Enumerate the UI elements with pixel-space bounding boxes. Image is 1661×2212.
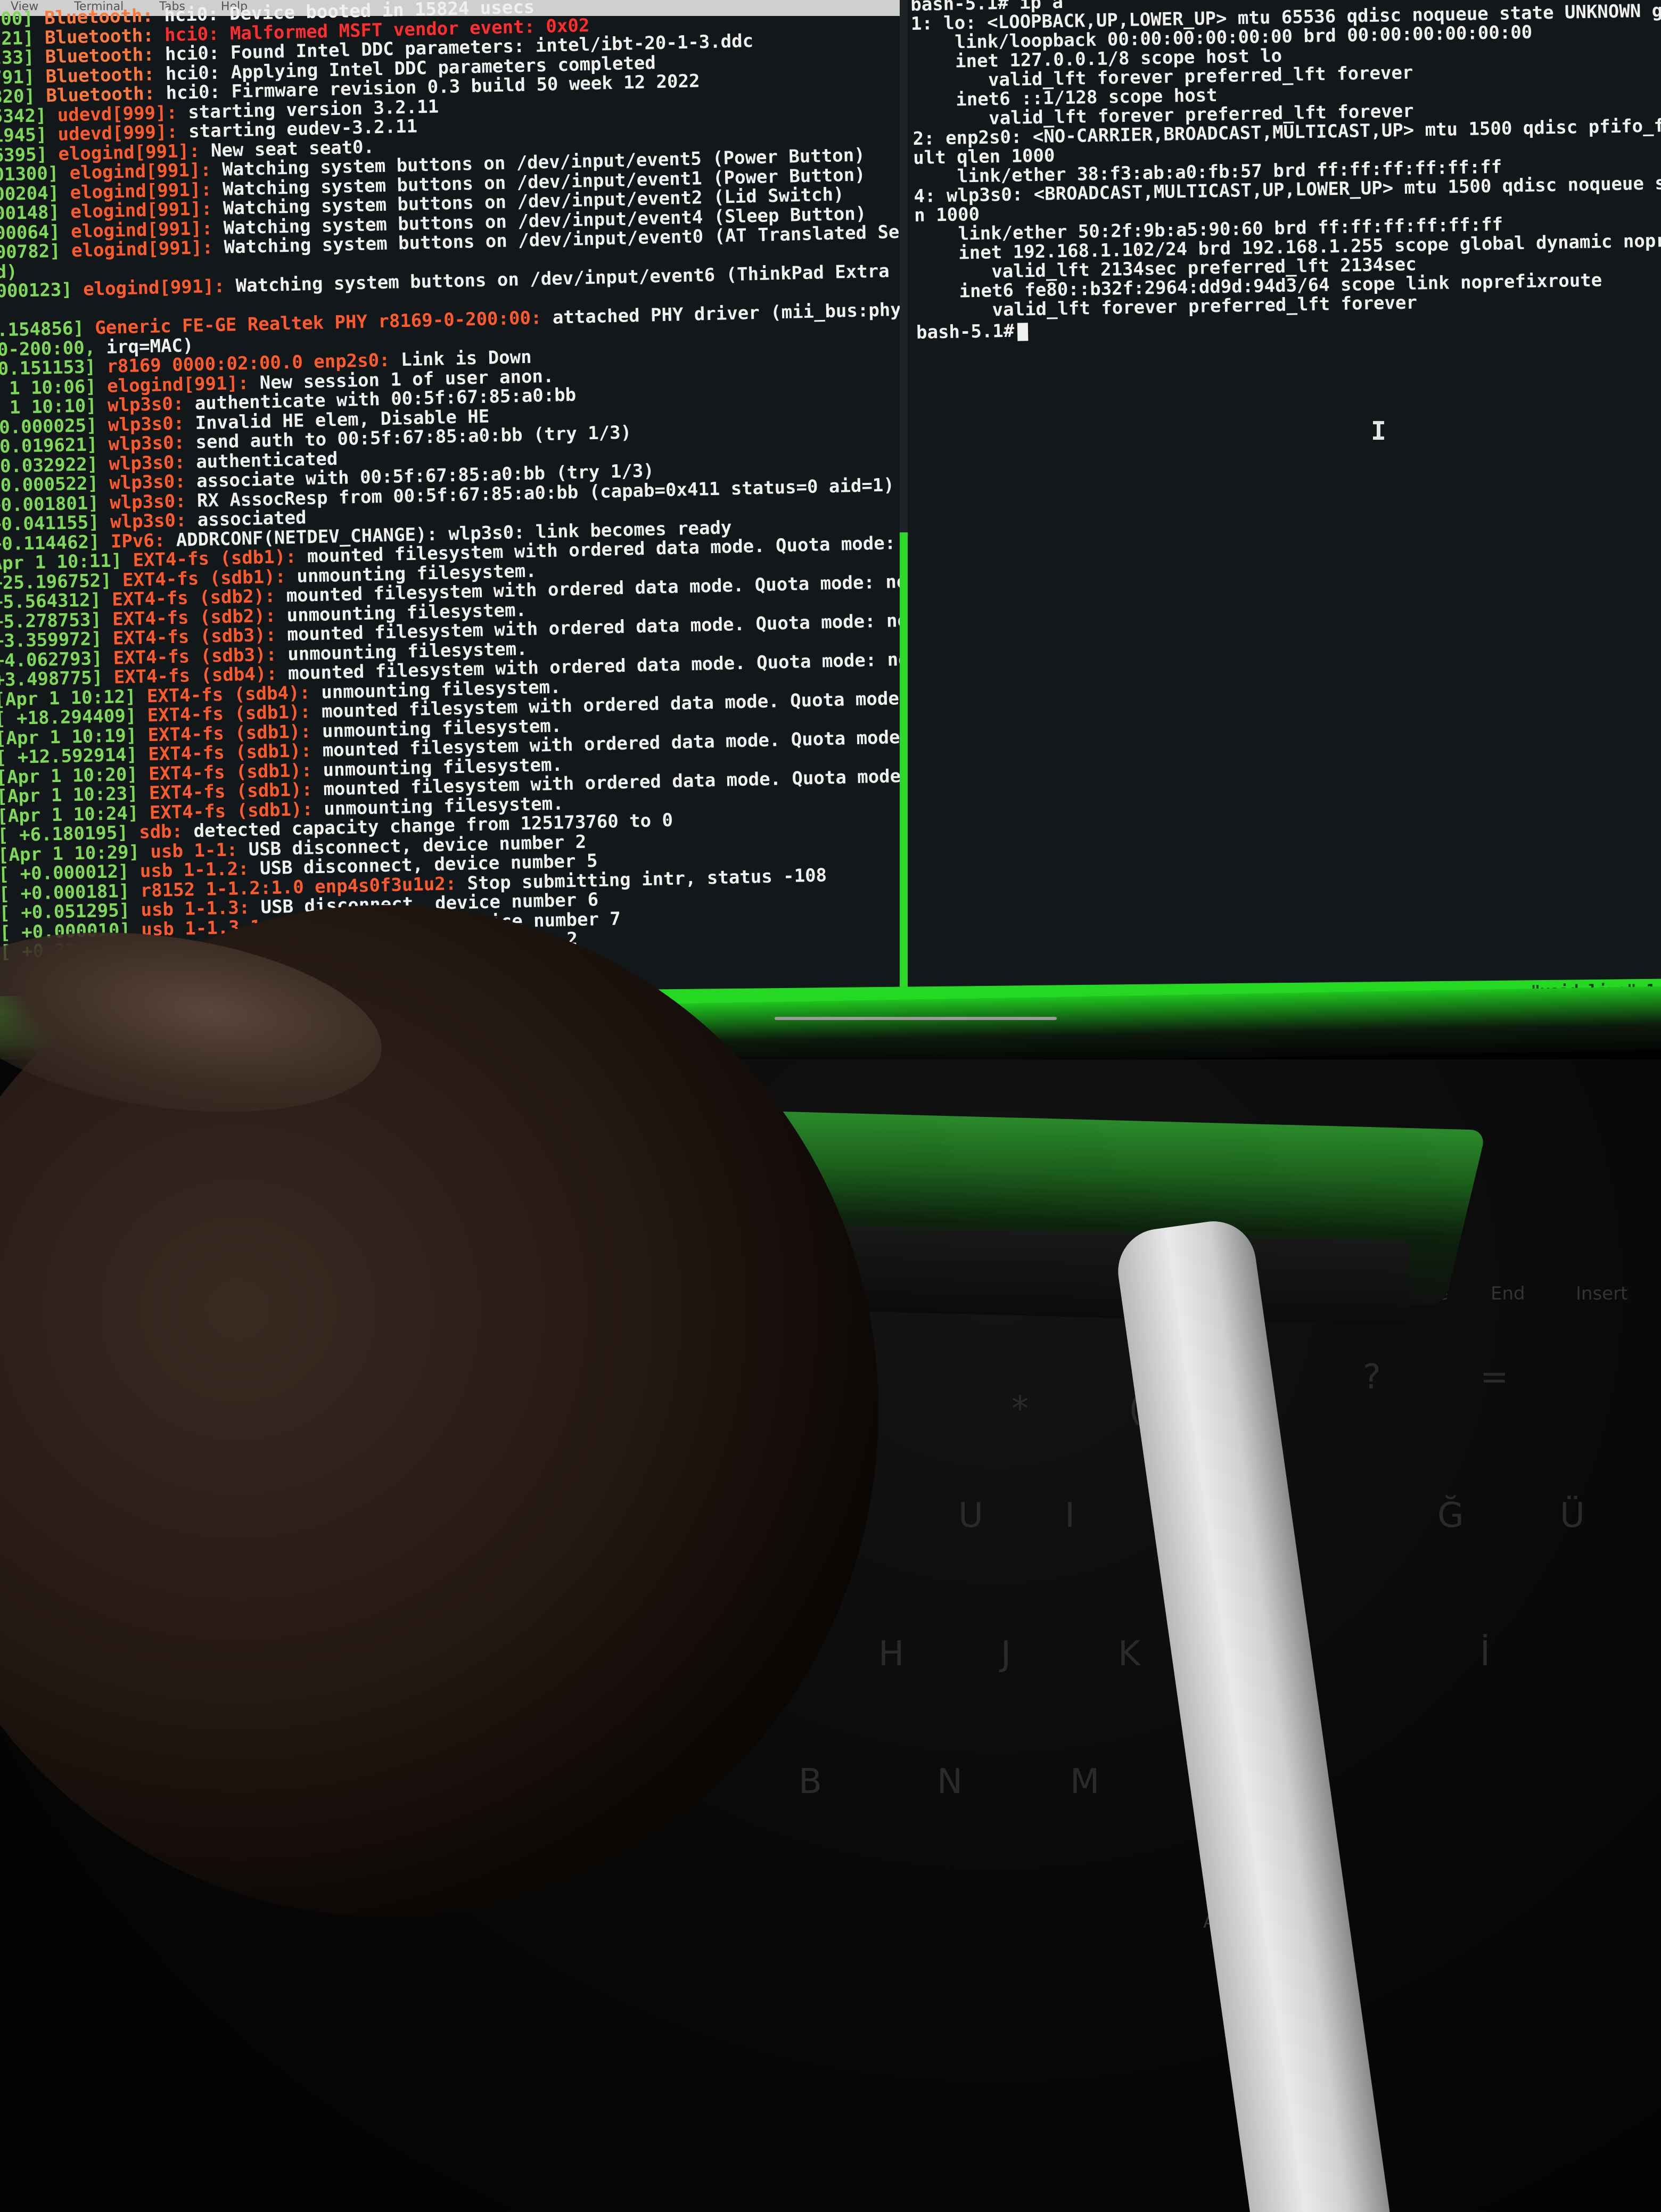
keyboard-key[interactable]: U bbox=[958, 1496, 983, 1535]
text-cursor-icon: I bbox=[1371, 416, 1386, 446]
keyboard-key[interactable]: İ bbox=[1480, 1634, 1490, 1674]
keyboard-key[interactable]: End bbox=[1491, 1283, 1525, 1304]
keyboard-key[interactable]: H bbox=[878, 1634, 904, 1674]
keyboard-key[interactable]: ? bbox=[1363, 1358, 1381, 1397]
shell-prompt[interactable]: bash-5.1# bbox=[916, 320, 1029, 343]
dmesg-message: Watching system buttons on /dev/input/ev… bbox=[235, 259, 900, 297]
dmesg-source: elogind[991]: bbox=[83, 275, 236, 300]
dmesg-timestamp: .000123] bbox=[0, 279, 73, 302]
dmesg-message: attached PHY driver (mii_bus:phy_addr=r bbox=[552, 297, 900, 328]
hinge-line bbox=[775, 1017, 1057, 1020]
keyboard-key[interactable]: J bbox=[1001, 1634, 1011, 1674]
dmesg-line: 1.154856] Generic FE-GE Realtek PHY r816… bbox=[0, 298, 900, 341]
shell-prompt-text: bash-5.1# bbox=[916, 320, 1015, 343]
keyboard-key[interactable]: I bbox=[1065, 1496, 1075, 1535]
dmesg-timestamp: 000782] bbox=[0, 240, 61, 264]
dmesg-source: Generic FE-GE Realtek PHY r8169-0-200:00… bbox=[94, 307, 553, 339]
keyboard-key[interactable]: Insert bbox=[1576, 1283, 1628, 1304]
terminal-pane-shell[interactable]: bash-5.1# ip a 1: lo: <LOOPBACK,UP,LOWER_… bbox=[908, 0, 1661, 990]
dmesg-line: .000123] elogind[991]: Watching system b… bbox=[0, 259, 900, 302]
keyboard-key[interactable]: Ü bbox=[1560, 1496, 1585, 1535]
keyboard-key[interactable]: * bbox=[1012, 1389, 1029, 1429]
keyboard-key[interactable]: K bbox=[1118, 1634, 1140, 1674]
photo: View Terminal Tabs Help 1100] Bluetooth:… bbox=[0, 0, 1661, 2212]
terminal-cursor bbox=[1017, 322, 1029, 341]
dmesg-timestamp: rd) bbox=[0, 260, 18, 283]
keyboard-key[interactable]: B bbox=[799, 1762, 822, 1802]
shell-output-line: n 1000 bbox=[914, 203, 980, 226]
keyboard-key[interactable]: = bbox=[1480, 1358, 1509, 1397]
keyboard-key[interactable]: N bbox=[937, 1762, 963, 1802]
dmesg-line: rd) bbox=[0, 261, 28, 283]
terminal-pane-dmesg[interactable]: View Terminal Tabs Help 1100] Bluetooth:… bbox=[0, 0, 900, 990]
keyboard-key[interactable]: Ğ bbox=[1437, 1496, 1464, 1535]
dmesg-source: elogind[991]: bbox=[71, 236, 225, 262]
keyboard-key[interactable]: M bbox=[1070, 1762, 1099, 1802]
pane-divider[interactable] bbox=[900, 0, 908, 1001]
laptop-screen: View Terminal Tabs Help 1100] Bluetooth:… bbox=[0, 0, 1661, 1026]
